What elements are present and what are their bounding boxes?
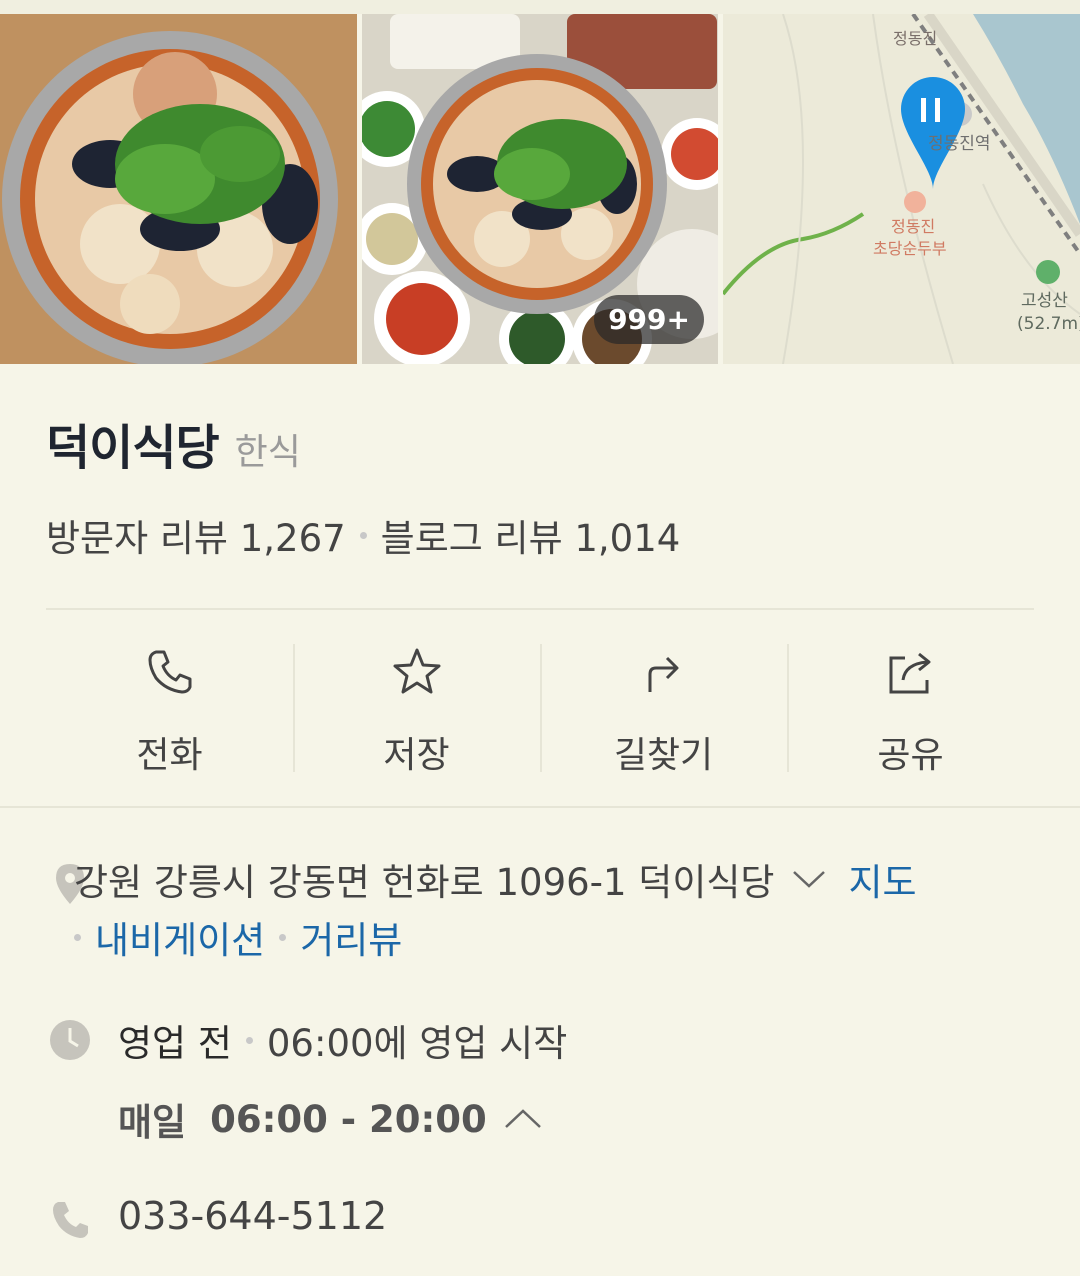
phone-icon	[148, 650, 191, 694]
save-button[interactable]: 저장	[293, 612, 540, 807]
hours-detail-toggle[interactable]: 매일 06:00 - 20:00	[118, 1092, 543, 1146]
address-text: 강원 강릉시 강동면 헌화로 1096-1 덕이식당	[74, 861, 775, 904]
hours-day: 매일	[118, 1101, 187, 1144]
map-label-mountain-height: (52.7m)	[1017, 314, 1080, 334]
save-label: 저장	[383, 735, 450, 776]
address-links: 내비게이션 거리뷰	[74, 910, 402, 964]
divider	[0, 806, 1080, 808]
separator-dot	[359, 531, 367, 539]
share-button[interactable]: 공유	[787, 612, 1034, 807]
opening-note: 06:00에 영업 시작	[266, 1022, 568, 1065]
photo-count-badge: 999+	[594, 295, 704, 344]
call-button[interactable]: 전화	[46, 612, 293, 807]
place-name: 덕이식당	[46, 420, 220, 476]
business-status: 영업 전	[118, 1022, 232, 1065]
food-photo-2[interactable]: 999+	[362, 14, 718, 364]
phone-number[interactable]: 033-644-5112	[118, 1194, 387, 1238]
share-label: 공유	[877, 735, 944, 776]
blog-reviews-link[interactable]: 블로그 리뷰 1,014	[381, 508, 681, 562]
directions-button[interactable]: 길찾기	[540, 612, 787, 807]
photo-strip: 999+ 정동진 정동진역 정동진 초당순두부 고성산 (52.7m)	[0, 14, 1080, 364]
address-line: 강원 강릉시 강동면 헌화로 1096-1 덕이식당 지도	[74, 852, 917, 906]
map-link[interactable]: 지도	[848, 852, 916, 906]
place-title-row: 덕이식당 한식	[46, 408, 301, 478]
map-label-mountain: 고성산	[1021, 291, 1068, 311]
call-label: 전화	[136, 735, 203, 776]
place-category: 한식	[234, 432, 301, 473]
chevron-down-icon[interactable]	[792, 869, 826, 889]
divider	[46, 608, 1034, 610]
map-thumbnail[interactable]: 정동진 정동진역 정동진 초당순두부 고성산 (52.7m)	[723, 14, 1080, 364]
star-icon	[393, 648, 440, 694]
chevron-up-icon[interactable]	[503, 1107, 543, 1131]
visitor-reviews-link[interactable]: 방문자 리뷰 1,267	[46, 508, 346, 562]
streetview-link[interactable]: 거리뷰	[300, 910, 402, 964]
review-counts: 방문자 리뷰 1,267 블로그 리뷰 1,014	[46, 508, 680, 562]
share-icon	[889, 652, 930, 694]
separator-dot	[74, 933, 81, 941]
directions-label: 길찾기	[613, 735, 714, 776]
map-label-station-top: 정동진	[893, 29, 937, 48]
action-bar: 전화 저장 길찾기 공유	[46, 612, 1034, 807]
map-label-restaurant-2: 초당순두부	[873, 239, 947, 258]
directions-icon	[648, 656, 678, 692]
clock-icon	[50, 1020, 90, 1060]
food-photo-1[interactable]	[0, 14, 357, 364]
map-label-station: 정동진역	[928, 134, 991, 154]
separator-dot	[279, 933, 287, 941]
hours-time: 06:00 - 20:00	[210, 1097, 487, 1141]
phone-icon	[53, 1202, 88, 1238]
separator-dot	[245, 1036, 253, 1044]
navigation-link[interactable]: 내비게이션	[95, 910, 265, 964]
map-label-restaurant-1: 정동진	[891, 217, 935, 236]
top-bar	[0, 0, 1080, 14]
hours-status-line: 영업 전 06:00에 영업 시작	[118, 1013, 567, 1067]
